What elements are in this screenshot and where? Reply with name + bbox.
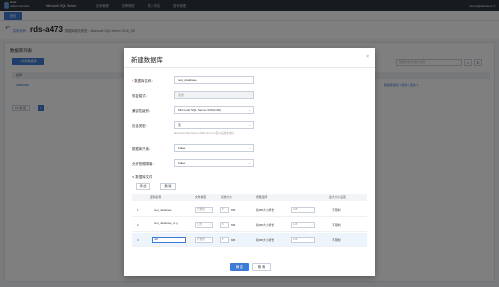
file-row: 2 test_database_lo g 日志 ⌄ 8 MB 按MB大小增长 12… — [132, 218, 367, 232]
chevron-down-icon: ⌄ — [248, 123, 251, 127]
cancel-button[interactable]: 取 消 — [252, 263, 271, 271]
snapshot-label: 允许快照隔离： — [132, 162, 156, 166]
file-name: test_database — [154, 208, 172, 212]
file-row: 3 ndf 行数据 ⌄ 8 MB 按MB大小增长 128 ⌄ 不限制 — [132, 233, 367, 247]
containment-select[interactable]: 无 ⌄ — [174, 121, 254, 129]
db-name-label: * 数据库名称： — [132, 79, 155, 83]
add-file-button[interactable]: 添 加 — [136, 183, 150, 190]
dialog-divider — [124, 67, 375, 68]
initial-size-input[interactable]: 8 — [220, 237, 229, 243]
initial-size-input[interactable]: 8 — [220, 207, 229, 213]
containment-label: 包含类型： — [132, 124, 149, 128]
chevron-down-icon: ⌄ — [248, 146, 251, 150]
dialog-title: 新建数据库 — [131, 57, 163, 64]
snapshot-select[interactable]: False ⌄ — [174, 159, 254, 167]
chevron-down-icon: ⌄ — [248, 161, 251, 165]
files-table-header: 逻辑名称 文件类型 初始大小 增量选择 最大大小设置 — [132, 194, 367, 201]
delete-file-button[interactable]: 删 除 — [160, 183, 176, 190]
db-name-input[interactable]: test_database — [174, 76, 254, 84]
growth-input[interactable]: 128 ⌄ — [291, 222, 315, 228]
file-name: test_database_lo g — [154, 221, 178, 225]
compat-level-label: 兼容性级别： — [132, 109, 153, 113]
compat-level-select[interactable]: Microsoft SQL Server 2016(130) ⌄ — [174, 106, 254, 114]
recovery-mode-label: 恢复模式： — [132, 94, 149, 98]
file-type-select[interactable]: 日志 ⌄ — [195, 222, 213, 228]
ok-button[interactable]: 确 定 — [230, 263, 249, 271]
containment-hint: Microsoft SQL Server 2016 (13.x) 以及以后版本支… — [174, 132, 235, 135]
file-type-select[interactable]: 行数据 ⌄ — [195, 207, 213, 213]
chevron-down-icon: ⌄ — [248, 108, 251, 112]
files-section-title[interactable]: ∨ 数据库文件 — [132, 174, 152, 179]
recovery-mode-field: 完整 — [174, 91, 254, 99]
readonly-select[interactable]: False ⌄ — [174, 144, 254, 152]
growth-input[interactable]: 128 ⌄ — [291, 207, 315, 213]
create-database-dialog: 新建数据库 × * 数据库名称： test_database 恢复模式： 完整 … — [124, 48, 375, 276]
file-type-select[interactable]: 行数据 ⌄ — [195, 237, 213, 243]
growth-input[interactable]: 128 ⌄ — [291, 237, 315, 243]
close-icon[interactable]: × — [366, 54, 369, 60]
file-row: 1 test_database 行数据 ⌄ 8 MB 按MB大小增长 128 ⌄ 不… — [132, 203, 367, 217]
initial-size-input[interactable]: 8 — [220, 222, 229, 228]
readonly-label: 数据库只读： — [132, 147, 153, 151]
file-name-input[interactable]: ndf — [152, 237, 186, 243]
